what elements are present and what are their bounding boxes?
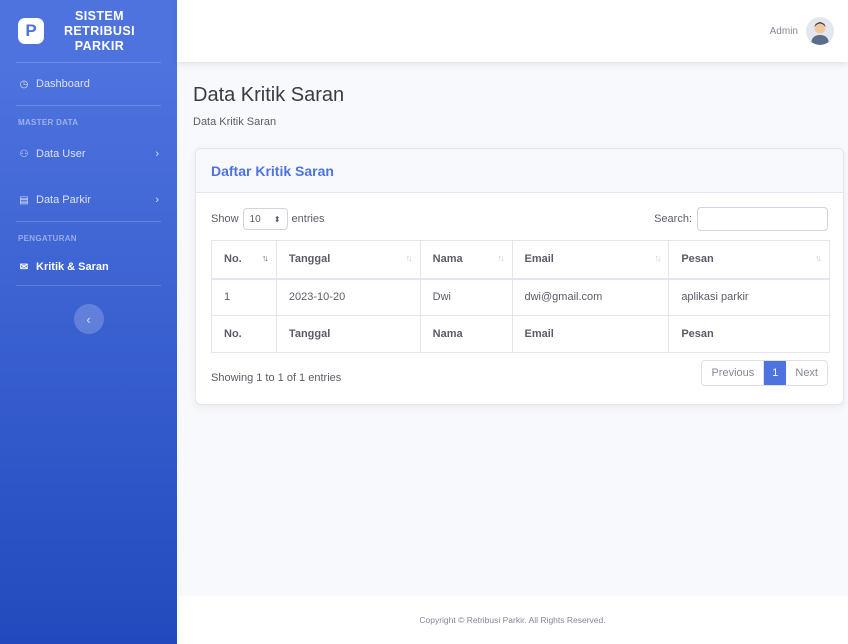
breadcrumb: Data Kritik Saran	[193, 116, 277, 128]
select-updown-icon: ⬍	[273, 214, 281, 224]
sidebar-toggle-button[interactable]: ‹	[73, 304, 104, 334]
sidebar: P SISTEM RETRIBUSI PARKIR ◷ Dashboard MA…	[0, 0, 177, 644]
column-header-tanggal[interactable]: Tanggal ↑↓	[275, 240, 421, 280]
copyright-text: Copyright © Retribusi Parkir. All Rights…	[419, 615, 606, 625]
brand-title: SISTEM RETRIBUSI PARKIR	[64, 8, 135, 53]
user-name[interactable]: Admin	[770, 26, 798, 37]
chevron-right-icon: ›	[155, 194, 159, 206]
footer-cell-tanggal: Tanggal	[275, 315, 421, 353]
pagination: Previous 1 Next	[701, 360, 828, 386]
sidebar-heading-pengaturan: PENGATURAN	[18, 234, 77, 243]
column-header-email[interactable]: Email ↑↓	[511, 240, 670, 280]
previous-page-button[interactable]: Previous	[702, 361, 765, 385]
cell-tanggal: 2023-10-20	[275, 278, 421, 316]
table-icon: ▤	[19, 194, 29, 206]
kritik-saran-table: No. ↑↓ Tanggal ↑↓ Nama ↑↓ Email ↑↓ Pesan ↑↓ 1…	[211, 240, 830, 353]
cell-pesan: aplikasi parkir	[668, 278, 830, 316]
sidebar-item-data-parkir[interactable]: ▤ Data Parkir ›	[0, 179, 177, 221]
footer: Copyright © Retribusi Parkir. All Rights…	[177, 596, 848, 644]
column-header-nama[interactable]: Nama ↑↓	[419, 240, 513, 280]
kritik-saran-card: Daftar Kritik Saran Show 10 ⬍ entries Se…	[195, 148, 844, 405]
sidebar-divider	[16, 285, 161, 286]
topbar: Admin	[177, 0, 848, 62]
dashboard-icon: ◷	[19, 78, 29, 90]
sidebar-item-label: Data Parkir	[36, 194, 92, 206]
sidebar-item-label: Kritik & Saran	[36, 261, 109, 273]
next-page-button[interactable]: Next	[786, 361, 827, 385]
sidebar-heading-master-data: MASTER DATA	[18, 118, 79, 127]
entries-length-control: Show 10 ⬍ entries	[211, 207, 325, 231]
chevron-right-icon: ›	[155, 148, 159, 160]
sidebar-item-dashboard[interactable]: ◷ Dashboard	[0, 63, 177, 105]
sidebar-item-label: Data User	[36, 148, 86, 160]
entries-select-value: 10	[249, 213, 261, 225]
search-input[interactable]	[697, 207, 828, 231]
show-label: Show	[211, 213, 239, 225]
page-title: Data Kritik Saran	[193, 84, 345, 106]
user-avatar-icon	[811, 22, 829, 45]
column-header-no[interactable]: No. ↑↓	[211, 240, 277, 280]
sort-icon: ↑↓	[815, 253, 822, 263]
cell-no: 1	[211, 278, 277, 316]
sort-icon: ↑↓	[654, 253, 661, 263]
sort-ascending-icon: ↑↓	[261, 253, 269, 263]
sidebar-item-data-user[interactable]: ⚇ Data User ›	[0, 133, 177, 175]
chevron-left-icon: ‹	[86, 311, 91, 327]
footer-cell-pesan: Pesan	[668, 315, 830, 353]
table-controls: Show 10 ⬍ entries Search:	[211, 207, 828, 231]
entries-label: entries	[291, 213, 325, 225]
footer-cell-nama: Nama	[419, 315, 513, 353]
parking-logo-icon: P	[18, 18, 44, 44]
table-header-row: No. ↑↓ Tanggal ↑↓ Nama ↑↓ Email ↑↓ Pesan ↑↓	[211, 240, 830, 280]
page-1-button[interactable]: 1	[764, 361, 787, 385]
users-icon: ⚇	[19, 148, 29, 160]
sidebar-item-label: Dashboard	[36, 78, 90, 90]
sort-icon: ↑↓	[405, 253, 413, 263]
search-label: Search:	[654, 213, 692, 225]
cell-email: dwi@gmail.com	[511, 278, 670, 316]
table-footer-row: No. Tanggal Nama Email Pesan	[211, 315, 830, 353]
envelope-icon: ✉	[19, 261, 29, 273]
footer-cell-email: Email	[511, 315, 670, 353]
brand[interactable]: P SISTEM RETRIBUSI PARKIR	[0, 0, 177, 62]
cell-nama: Dwi	[419, 278, 513, 316]
column-header-pesan[interactable]: Pesan ↑↓	[668, 240, 830, 280]
sidebar-item-kritik-saran[interactable]: ✉ Kritik & Saran	[0, 249, 177, 285]
footer-cell-no: No.	[211, 315, 277, 353]
avatar[interactable]	[806, 17, 834, 45]
card-title: Daftar Kritik Saran	[196, 149, 843, 193]
search-control: Search:	[654, 207, 828, 231]
sort-icon: ↑↓	[497, 253, 505, 263]
table-row: 1 2023-10-20 Dwi dwi@gmail.com aplikasi …	[211, 278, 830, 316]
table-info: Showing 1 to 1 of 1 entries	[211, 372, 342, 384]
entries-select[interactable]: 10 ⬍	[242, 208, 288, 230]
